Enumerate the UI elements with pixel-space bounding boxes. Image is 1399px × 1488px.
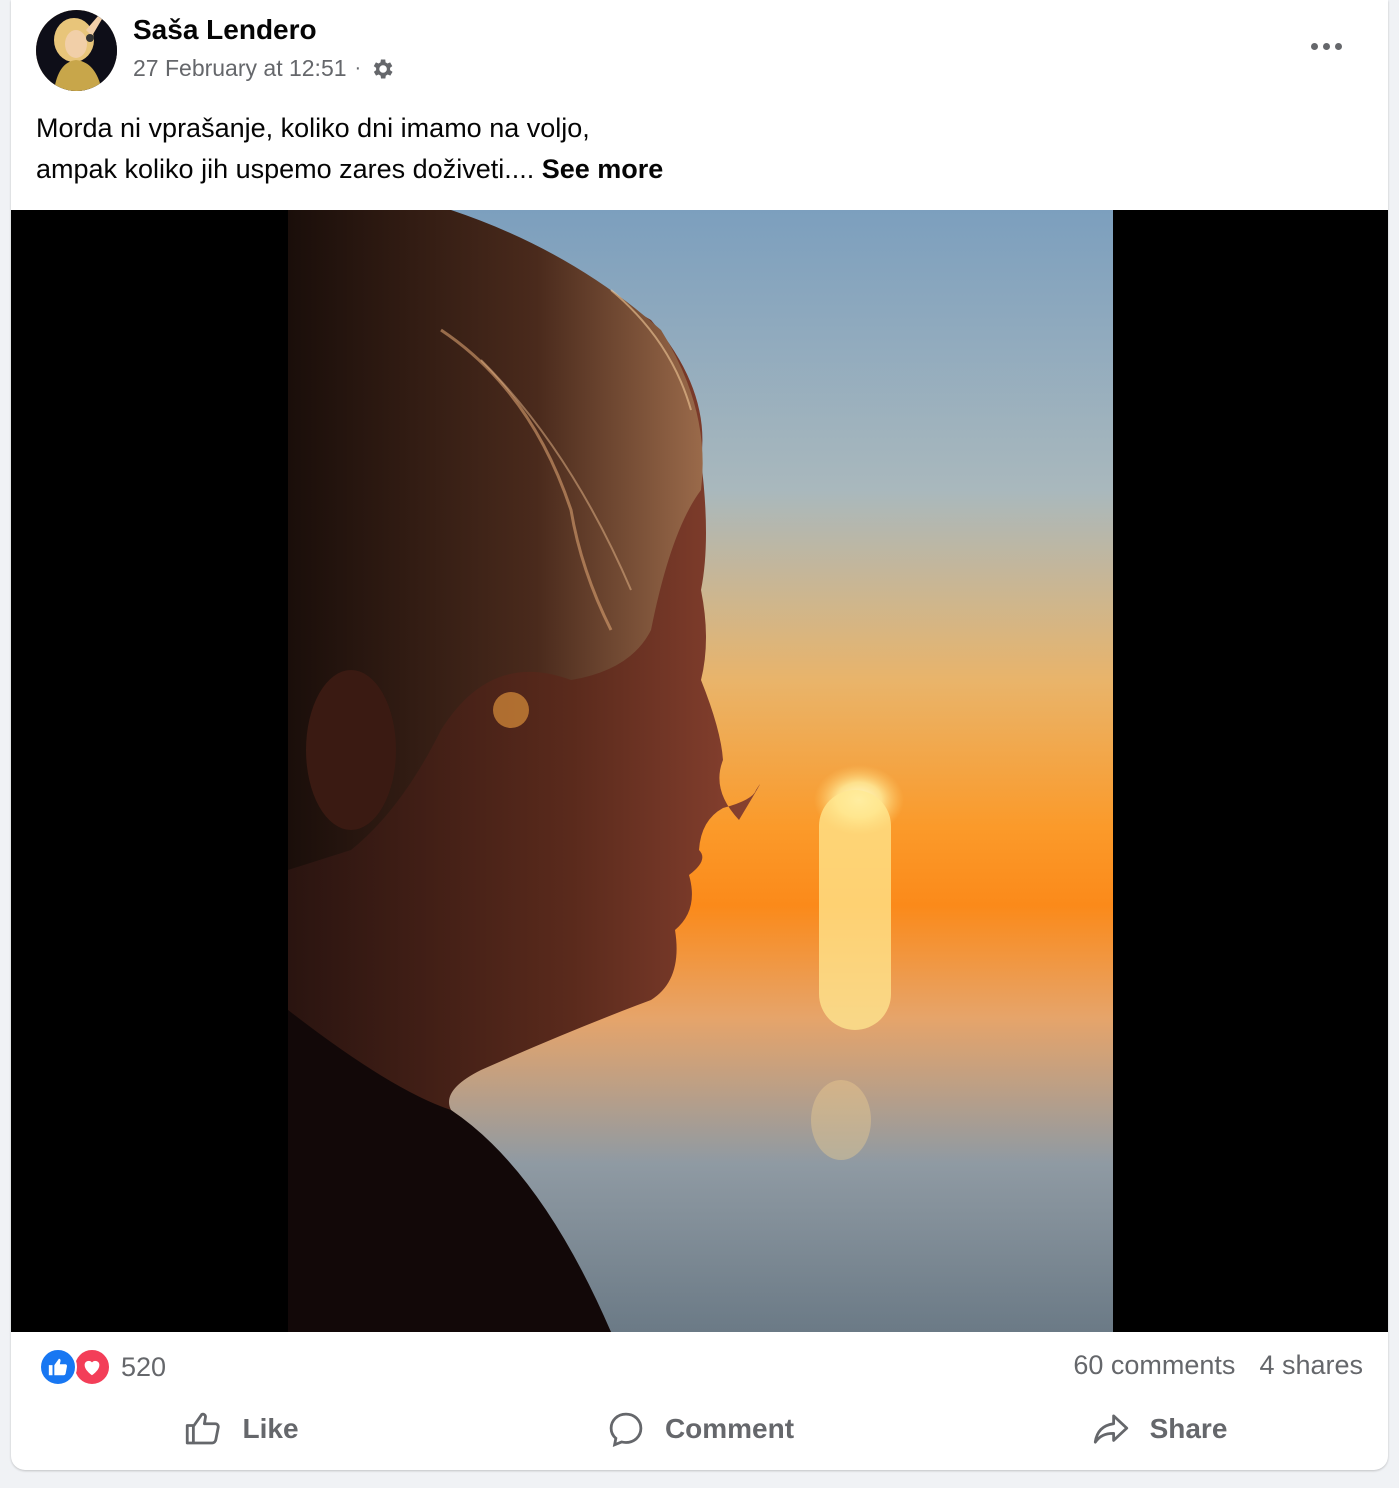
post-meta: 27 February at 12:51 · (133, 55, 395, 82)
love-icon (73, 1348, 111, 1386)
avatar-photo (36, 10, 117, 91)
author-avatar[interactable] (36, 10, 117, 91)
see-more-link[interactable]: See more (542, 154, 664, 184)
post-photo[interactable] (11, 210, 1113, 1332)
post-text-line-1: Morda ni vprašanje, koliko dni imamo na … (36, 113, 590, 143)
more-options-button[interactable] (1304, 26, 1348, 66)
post-text-line-2: ampak koliko jih uspemo zares doživeti..… (36, 149, 1336, 190)
comment-button[interactable]: Comment (470, 1400, 929, 1458)
share-button[interactable]: Share (929, 1400, 1388, 1458)
meta-separator: · (354, 57, 362, 79)
post-text-line-2-content: ampak koliko jih uspemo zares doživeti..… (36, 154, 535, 184)
like-label: Like (242, 1413, 299, 1444)
engagement-counts: 60 comments 4 shares (1073, 1350, 1363, 1381)
post-media[interactable] (11, 210, 1388, 1332)
sunset-profile-photo (11, 210, 1113, 1332)
like-icon (39, 1348, 77, 1386)
like-button[interactable]: Like (11, 1400, 470, 1458)
comments-count[interactable]: 60 comments (1073, 1350, 1235, 1381)
post-card: Saša Lendero 27 February at 12:51 · Mord… (11, 0, 1388, 1470)
post-text: Morda ni vprašanje, koliko dni imamo na … (36, 108, 1336, 190)
reactions-summary[interactable]: 520 (39, 1348, 166, 1386)
share-label: Share (1149, 1413, 1228, 1444)
shares-count[interactable]: 4 shares (1259, 1350, 1363, 1381)
more-dot (1334, 42, 1342, 50)
share-icon (1093, 1414, 1128, 1444)
post-actions: Like Comment Share (11, 1400, 1388, 1458)
comment-label: Comment (664, 1413, 795, 1444)
author-name[interactable]: Saša Lendero (133, 14, 317, 46)
more-dot (1310, 42, 1318, 50)
post-timestamp[interactable]: 27 February at 12:51 (133, 55, 347, 82)
reaction-count[interactable]: 520 (121, 1352, 166, 1383)
comment-icon (609, 1412, 643, 1447)
thumbs-up-icon (186, 1412, 221, 1445)
gear-icon[interactable] (369, 56, 395, 82)
more-dot (1322, 42, 1330, 50)
